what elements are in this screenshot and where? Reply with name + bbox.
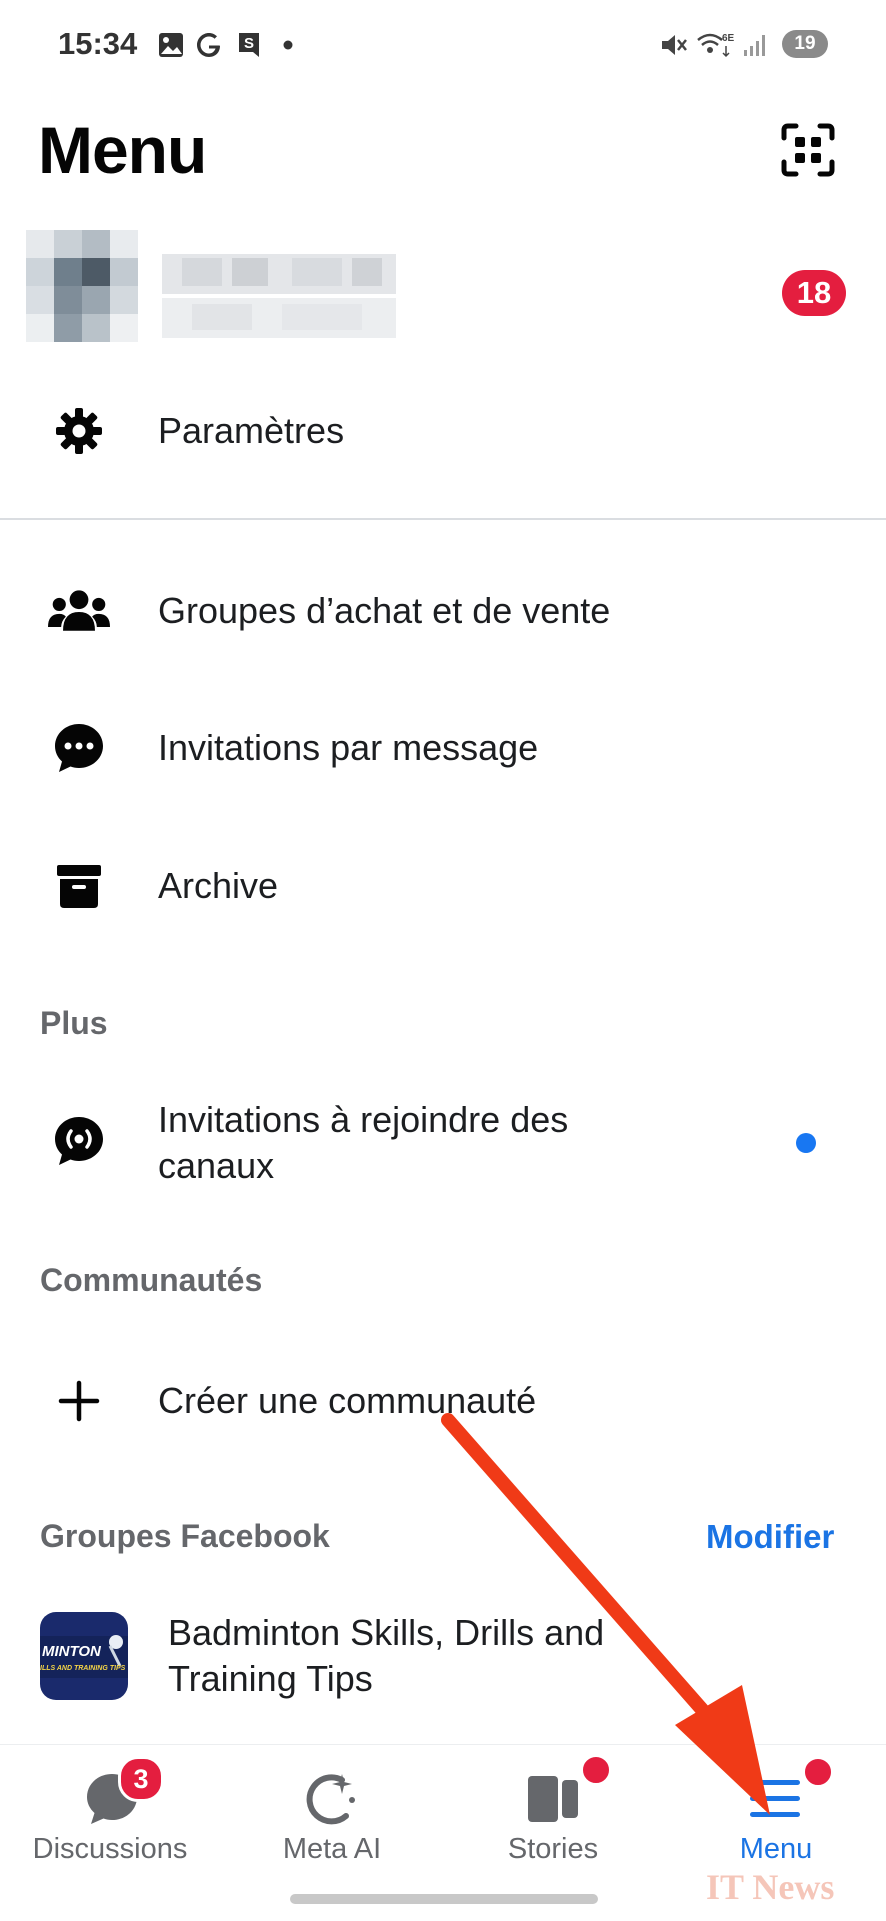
plus-icon: [48, 1370, 110, 1432]
menu-item-channel-invites[interactable]: Invitations à rejoindre des canaux: [158, 1097, 568, 1189]
settings-item[interactable]: Paramètres: [158, 408, 344, 454]
s-app-icon: S: [234, 30, 264, 60]
nav-meta-ai-label[interactable]: Meta AI: [232, 1833, 432, 1866]
divider: [0, 518, 886, 520]
page-title: Menu: [38, 113, 207, 187]
channel-invites-line1: Invitations à rejoindre des: [158, 1099, 569, 1140]
section-header-plus: Plus: [40, 1005, 108, 1041]
signal-icon: [740, 30, 770, 60]
channel-invites-line2: canaux: [158, 1145, 275, 1186]
google-icon: [194, 30, 224, 60]
group-thumb-subtitle: ILLS AND TRAINING TIPS: [40, 1665, 126, 1672]
svg-text:S: S: [244, 35, 254, 52]
menu-item-archive[interactable]: Archive: [158, 863, 278, 909]
menu-item-buy-sell-groups[interactable]: Groupes d’achat et de vente: [158, 588, 610, 634]
avatar[interactable]: [26, 230, 138, 342]
nav-stories-label[interactable]: Stories: [453, 1833, 653, 1866]
nav-meta-ai-button[interactable]: [302, 1770, 362, 1830]
home-indicator[interactable]: [290, 1894, 598, 1904]
nav-menu-label[interactable]: Menu: [676, 1833, 876, 1866]
svg-text:6E: 6E: [722, 33, 735, 44]
group-icon: [48, 580, 110, 642]
battery-indicator: 19: [782, 30, 828, 58]
annotation-arrow-icon: [441, 1413, 770, 1815]
meta-ai-icon: [306, 1774, 355, 1825]
section-header-communities: Communautés: [40, 1262, 263, 1298]
watermark: IT News: [706, 1867, 835, 1907]
broadcast-icon: [48, 1110, 110, 1172]
profile-name-redacted[interactable]: [162, 250, 396, 342]
chat-bubble-icon: [48, 717, 110, 779]
discussions-badge: 3: [118, 1756, 164, 1802]
notification-badge: 18: [782, 270, 846, 316]
dot-icon: [280, 30, 296, 60]
image-icon: [156, 30, 186, 60]
wifi-6e-icon: 6E: [696, 30, 736, 60]
section-header-facebook-groups: Groupes Facebook: [40, 1518, 330, 1554]
group-thumbnail[interactable]: MINTON ILLS AND TRAINING TIPS: [40, 1612, 128, 1700]
unread-dot: [796, 1133, 816, 1153]
group-thumb-title: MINTON: [42, 1643, 102, 1660]
qr-scanner-icon[interactable]: [780, 122, 836, 178]
gear-icon: [48, 400, 110, 462]
mute-icon: [658, 30, 690, 60]
nav-discussions-label[interactable]: Discussions: [10, 1833, 210, 1866]
menu-item-message-invitations[interactable]: Invitations par message: [158, 725, 538, 771]
status-time: 15:34: [58, 26, 138, 61]
archive-icon: [48, 855, 110, 917]
